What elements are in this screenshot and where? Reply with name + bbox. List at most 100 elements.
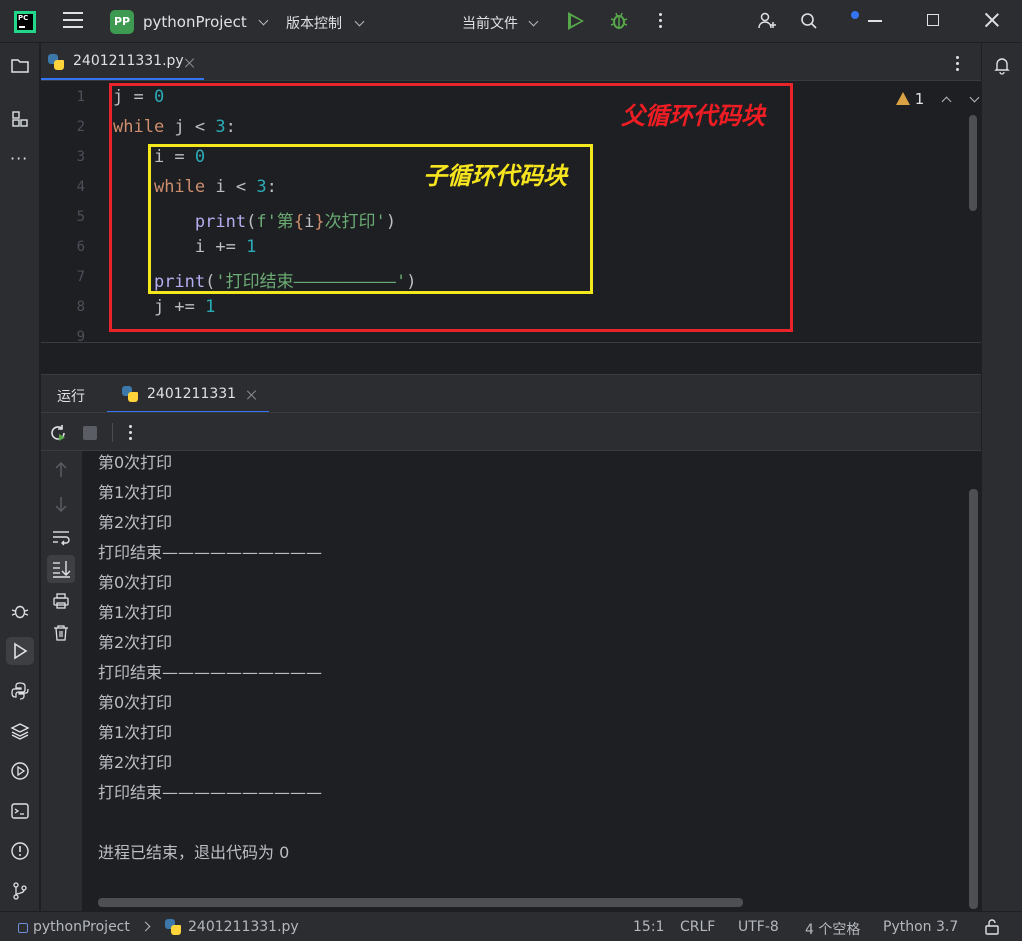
title-bar: PC PP pythonProject 版本控制 当前文件 <box>0 0 1022 43</box>
line-separator[interactable]: CRLF <box>680 919 715 935</box>
services-icon[interactable] <box>10 761 30 781</box>
project-folder-icon[interactable] <box>10 55 30 75</box>
close-button[interactable] <box>984 12 1000 28</box>
run-panel-title: 运行 <box>57 389 85 405</box>
indent-setting[interactable]: 4 个空格 <box>805 919 860 939</box>
run-panel-header: 运行 2401211331 <box>41 374 981 413</box>
more-tools-icon[interactable]: ··· <box>10 149 30 169</box>
run-tab-label: 2401211331 <box>147 386 237 402</box>
output-line: 第0次打印 <box>98 573 173 592</box>
output-line: 第1次打印 <box>98 723 173 742</box>
tab-label: 2401211331.py <box>73 53 184 69</box>
output-line: 打印结束—————————— <box>98 543 323 562</box>
output-line: 第0次打印 <box>98 693 173 712</box>
output-line: 第1次打印 <box>98 483 173 502</box>
console-vertical-scrollbar[interactable] <box>969 489 978 909</box>
close-tab-icon[interactable] <box>247 390 257 400</box>
left-tool-strip: ··· <box>0 43 40 911</box>
project-badge[interactable]: PP <box>110 10 134 34</box>
output-line: 第2次打印 <box>98 753 173 772</box>
exit-message: 进程已结束，退出代码为 0 <box>98 843 290 862</box>
arrow-up-icon[interactable] <box>53 461 69 479</box>
tab-2401211331-py[interactable]: 2401211331.py <box>41 43 204 80</box>
layers-icon[interactable] <box>10 721 30 741</box>
rerun-icon[interactable] <box>48 423 68 443</box>
project-module-icon <box>18 923 28 933</box>
debug-icon[interactable] <box>609 11 629 31</box>
chevron-down-icon <box>258 15 269 26</box>
line-number: 5 <box>76 209 85 225</box>
file-encoding[interactable]: UTF-8 <box>738 919 779 935</box>
output-line: 第2次打印 <box>98 513 173 532</box>
vcs-menu[interactable]: 版本控制 <box>286 13 365 33</box>
arrow-down-icon[interactable] <box>53 495 69 513</box>
chevron-down-icon[interactable] <box>969 92 980 103</box>
tab-run-2401211331[interactable]: 2401211331 <box>107 375 269 413</box>
line-number: 1 <box>76 89 85 105</box>
more-actions-icon[interactable] <box>129 425 133 443</box>
git-icon[interactable] <box>10 881 30 901</box>
scroll-to-end-icon[interactable] <box>47 555 75 583</box>
python-file-icon <box>121 385 139 403</box>
chevron-down-icon <box>355 16 365 27</box>
line-number: 9 <box>76 329 85 342</box>
run-side-toolbar <box>41 451 82 911</box>
lock-icon[interactable] <box>983 918 1001 936</box>
chevron-down-icon <box>529 16 539 27</box>
editor-scrollbar[interactable] <box>969 115 977 211</box>
print-icon[interactable] <box>52 592 70 610</box>
run-tool-icon[interactable] <box>6 637 34 665</box>
run-config-selector[interactable]: 当前文件 <box>462 13 539 33</box>
pycharm-logo-icon[interactable]: PC <box>14 11 36 33</box>
code-editor[interactable]: 1 2 3 4 5 6 7 8 9 j = 0 while j < 3: i =… <box>41 82 981 342</box>
project-selector[interactable]: pythonProject <box>143 13 269 31</box>
search-icon[interactable] <box>800 12 818 30</box>
tab-options-icon[interactable] <box>956 56 960 74</box>
update-notification-icon[interactable] <box>851 11 859 19</box>
stop-icon[interactable] <box>83 426 97 440</box>
notifications-icon[interactable] <box>992 55 1012 75</box>
output-line: 第0次打印 <box>98 453 173 472</box>
python-file-icon <box>164 918 182 936</box>
run-config-label: 当前文件 <box>462 16 518 32</box>
child-loop-annotation: 子循环代码块 <box>423 162 567 190</box>
chevron-right-icon <box>140 921 151 932</box>
python-interpreter[interactable]: Python 3.7 <box>883 919 958 935</box>
terminal-icon[interactable] <box>10 801 30 821</box>
status-bar: pythonProject 2401211331.py 15:1 CRLF UT… <box>0 911 1022 941</box>
breadcrumb-file[interactable]: 2401211331.py <box>188 919 299 935</box>
console-output[interactable]: 第0次打印 第1次打印 第2次打印 打印结束—————————— 第0次打印 第… <box>82 451 981 911</box>
output-line: 第1次打印 <box>98 603 173 622</box>
output-line: 第2次打印 <box>98 633 173 652</box>
console-horizontal-scrollbar[interactable] <box>98 898 743 907</box>
line-number: 6 <box>76 239 85 255</box>
structure-icon[interactable] <box>10 109 30 129</box>
editor-breadcrumb-area <box>41 342 981 374</box>
run-toolbar <box>41 412 981 451</box>
output-line: 打印结束—————————— <box>98 783 323 802</box>
trash-icon[interactable] <box>52 624 70 642</box>
vcs-label: 版本控制 <box>286 16 342 32</box>
minimize-button[interactable] <box>868 20 882 22</box>
problems-icon[interactable] <box>10 841 30 861</box>
maximize-button[interactable] <box>927 14 939 26</box>
line-number: 7 <box>76 269 85 285</box>
caret-position[interactable]: 15:1 <box>633 919 664 935</box>
line-number: 2 <box>76 119 85 135</box>
chevron-up-icon[interactable] <box>941 96 952 107</box>
toolbar-divider <box>112 423 113 442</box>
breadcrumb-project[interactable]: pythonProject <box>33 919 130 935</box>
output-line: 打印结束—————————— <box>98 663 323 682</box>
line-number: 8 <box>76 299 85 315</box>
line-number: 4 <box>76 179 85 195</box>
add-user-icon[interactable] <box>757 11 777 31</box>
warning-icon <box>896 92 910 105</box>
soft-wrap-icon[interactable] <box>51 527 71 547</box>
python-console-icon[interactable] <box>10 681 30 701</box>
debug-tool-icon[interactable] <box>10 601 30 621</box>
inspection-widget[interactable]: 1 <box>896 90 980 108</box>
main-menu-icon[interactable] <box>63 12 83 30</box>
run-icon[interactable] <box>568 12 584 30</box>
close-tab-icon[interactable] <box>185 58 195 68</box>
more-actions-icon[interactable] <box>659 13 663 31</box>
